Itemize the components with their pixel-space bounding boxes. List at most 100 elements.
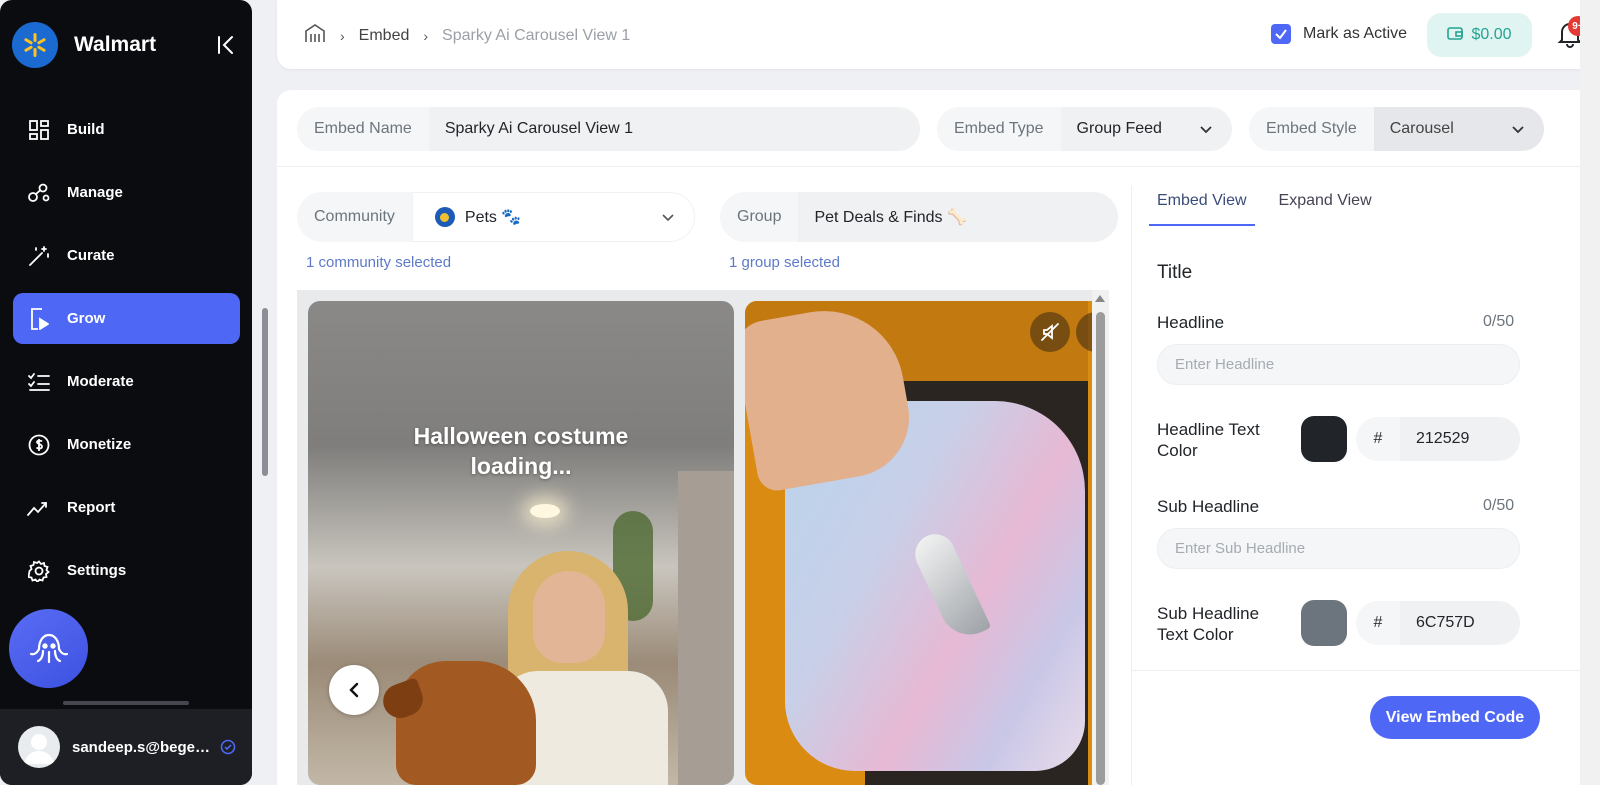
topbar: › Embed › Sparky Ai Carousel View 1 Mark… [277,0,1600,69]
sidebar-item-label: Moderate [67,373,134,390]
card-image-detail [530,504,560,518]
breadcrumb: › Embed › Sparky Ai Carousel View 1 [304,23,630,48]
hex-prefix: # [1373,614,1383,631]
headline-input[interactable] [1157,344,1520,385]
group-select[interactable]: Group Pet Deals & Finds 🦴 [720,192,1118,242]
carousel-card[interactable]: Halloween costume loading... [308,301,734,785]
home-icon[interactable] [304,23,326,48]
mark-as-active-toggle[interactable]: Mark as Active [1271,24,1407,44]
sidebar-item-moderate[interactable]: Moderate [13,356,240,407]
panel-divider [1131,186,1132,785]
community-chip: Pets 🐾 [428,205,528,229]
view-tabs: Embed View Expand View [1149,192,1396,226]
sidebar-item-grow[interactable]: Grow [13,293,240,344]
sub-headline-color-swatch[interactable] [1301,600,1347,646]
headline-color-swatch[interactable] [1301,416,1347,462]
community-select[interactable]: Community Pets 🐾 [297,192,695,242]
breadcrumb-current: Sparky Ai Carousel View 1 [442,26,631,44]
carousel-scrollbar[interactable] [1092,290,1109,785]
wallet-balance-button[interactable]: $0.00 [1427,13,1532,57]
community-avatar-icon [434,207,455,227]
embed-style-value[interactable]: Carousel [1373,107,1544,151]
avatar [18,726,60,768]
user-email: sandeep.s@begen... [72,738,212,756]
brand[interactable]: Walmart [12,22,156,68]
sidebar-item-build[interactable]: Build [13,104,240,155]
headline-color-hex-input[interactable]: # 212529 [1356,417,1520,461]
sidebar-item-settings[interactable]: Settings [13,545,240,596]
embed-type-label: Embed Type [954,120,1044,137]
sub-headline-color-hex-input[interactable]: # 6C757D [1356,601,1520,645]
sub-headline-color-label: Sub Headline Text Color [1157,604,1260,644]
sidebar-item-manage[interactable]: Manage [13,167,240,218]
view-embed-code-button[interactable]: View Embed Code [1370,696,1540,739]
breadcrumb-embed[interactable]: Embed [359,27,410,45]
mute-icon[interactable] [1030,312,1070,352]
sidebar-item-curate[interactable]: Curate [13,230,240,281]
grid-icon [27,118,51,142]
headline-label: Headline [1157,313,1225,332]
hex-prefix: # [1373,430,1383,447]
carousel-card[interactable] [745,301,1109,785]
chevron-right-icon: › [423,27,429,44]
collapse-sidebar-icon[interactable] [212,31,240,59]
sidebar-divider [63,701,189,705]
community-label: Community [314,208,395,225]
group-value[interactable]: Pet Deals & Finds 🦴 [798,192,1118,242]
page-scrollbar[interactable] [1580,0,1600,785]
tab-embed-view[interactable]: Embed View [1149,192,1255,226]
carousel-scroll-thumb[interactable] [1096,312,1105,785]
scroll-up-arrow-icon[interactable] [1095,295,1105,302]
embed-style-select[interactable]: Embed Style Carousel [1249,107,1544,151]
sub-headline-color-value[interactable]: 6C757D [1400,601,1520,645]
embed-type-value[interactable]: Group Feed [1060,107,1232,151]
sidebar-item-label: Manage [67,184,123,201]
chevron-down-icon [662,214,674,222]
sub-headline-input[interactable] [1157,528,1520,569]
group-selected-note: 1 group selected [729,254,840,271]
play-doc-icon [27,307,51,331]
octopus-assistant-button[interactable] [9,609,88,688]
card-caption-line: loading... [470,453,572,479]
carousel-prev-button[interactable] [329,665,379,715]
sidebar-item-label: Build [67,121,105,138]
section-title: Title [1157,262,1193,283]
community-chip-label: Pets 🐾 [464,209,522,226]
trend-icon [27,496,51,520]
sidebar-item-monetize[interactable]: Monetize [13,419,240,470]
embed-type-select[interactable]: Embed Type Group Feed [937,107,1232,151]
wallet-amount: $0.00 [1471,26,1512,43]
carousel-preview: Halloween costume loading... [297,290,1109,785]
card-image-detail [533,571,605,663]
card-caption: Halloween costume loading... [308,421,734,481]
verified-badge-icon [220,739,236,755]
embed-name-field[interactable]: Embed Name Sparky Ai Carousel View 1 [297,107,920,151]
embed-type-selected: Group Feed [1076,120,1162,137]
mark-active-checkbox[interactable] [1271,24,1291,44]
headline-counter: 0/50 [1483,313,1515,330]
wallet-icon [1447,26,1464,45]
sidebar-item-label: Grow [67,310,106,327]
sidebar: Walmart Build Manage Curate Grow Moderat… [0,0,252,785]
embed-name-label: Embed Name [314,120,412,137]
embed-name-value[interactable]: Sparky Ai Carousel View 1 [428,107,920,151]
sub-headline-label: Sub Headline [1157,497,1260,516]
chevron-right-icon: › [340,27,345,44]
sidebar-item-label: Settings [67,562,127,579]
user-profile[interactable]: sandeep.s@begen... [0,709,252,785]
chevron-down-icon [1200,126,1212,134]
main-panel: Embed Name Sparky Ai Carousel View 1 Emb… [277,90,1600,785]
embed-style-selected: Carousel [1389,120,1454,137]
gear-icon [27,559,51,583]
tab-expand-view[interactable]: Expand View [1271,192,1380,226]
brand-name: Walmart [74,33,157,56]
card-caption-line: Halloween costume [413,423,629,449]
sidebar-item-report[interactable]: Report [13,482,240,533]
card-image-detail [678,471,734,785]
sub-headline-counter: 0/50 [1483,497,1515,514]
sidebar-scrollbar[interactable] [262,308,268,476]
community-value[interactable]: Pets 🐾 [411,192,695,242]
headline-color-value[interactable]: 212529 [1400,417,1520,461]
divider [277,166,1600,167]
headline-color-label: Headline Text Color [1157,420,1260,460]
